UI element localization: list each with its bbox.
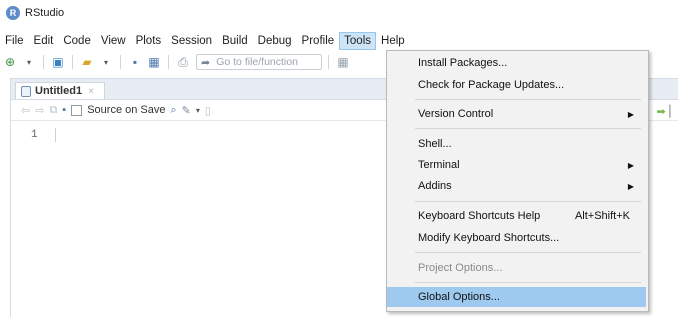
- magic-wand-icon[interactable]: ✎: [182, 104, 191, 117]
- window-title: RStudio: [25, 7, 65, 19]
- source-on-save-label: Source on Save: [87, 104, 166, 116]
- menu-help[interactable]: Help: [376, 32, 410, 50]
- wand-dropdown-icon[interactable]: ▾: [196, 106, 200, 115]
- menu-item-label: Install Packages...: [418, 57, 508, 69]
- toolbar-separator: [72, 55, 73, 69]
- toolbar-separator: [328, 55, 329, 69]
- menu-item-check-package-updates[interactable]: Check for Package Updates...: [387, 75, 646, 95]
- tab-label: Untitled1: [35, 85, 83, 97]
- menu-item-label: Check for Package Updates...: [418, 79, 565, 91]
- menu-file[interactable]: File: [0, 32, 29, 50]
- menu-separator: [415, 99, 641, 100]
- menu-item-label: Version Control: [418, 108, 494, 120]
- menu-code[interactable]: Code: [58, 32, 96, 50]
- menu-item-version-control[interactable]: Version Control ▶: [387, 104, 646, 124]
- text-cursor: [55, 128, 56, 142]
- open-file-dropdown-icon[interactable]: ▾: [98, 54, 114, 70]
- menu-item-label: Project Options...: [418, 262, 503, 274]
- menu-item-project-options: Project Options...: [387, 258, 646, 278]
- menu-separator: [415, 128, 641, 129]
- forward-icon[interactable]: ⇨: [35, 104, 44, 117]
- menu-item-install-packages[interactable]: Install Packages...: [387, 53, 646, 73]
- menu-tools[interactable]: Tools: [339, 32, 377, 50]
- menu-item-label: Terminal: [418, 159, 460, 171]
- go-to-file-input[interactable]: ➦ Go to file/function: [196, 54, 322, 70]
- go-to-arrow-icon: ➦: [201, 56, 211, 69]
- source-dropdown-icon[interactable]: ▏: [670, 105, 678, 118]
- grid-icon[interactable]: ▦: [335, 54, 351, 70]
- menu-separator: [415, 201, 641, 202]
- menu-edit[interactable]: Edit: [29, 32, 59, 50]
- submenu-arrow-icon: ▶: [627, 181, 634, 191]
- editor-run-controls: ➡ ▏: [656, 105, 678, 118]
- shortcut-label: Alt+Shift+K: [574, 210, 630, 222]
- tab-untitled1[interactable]: Untitled1 ×: [15, 82, 105, 99]
- line-number: 1: [31, 129, 38, 141]
- tools-menu-dropdown: Install Packages... Check for Package Up…: [386, 50, 649, 312]
- r-file-icon: [21, 85, 31, 97]
- show-in-window-icon[interactable]: ⧉: [49, 104, 57, 117]
- toolbar-separator: [168, 55, 169, 69]
- menu-separator: [415, 282, 641, 283]
- back-icon[interactable]: ⇦: [21, 104, 30, 117]
- go-to-placeholder: Go to file/function: [216, 56, 298, 68]
- title-bar: R RStudio: [0, 0, 678, 26]
- toolbar-separator: [43, 55, 44, 69]
- menu-item-label: Modify Keyboard Shortcuts...: [418, 232, 560, 244]
- menu-item-label: Global Options...: [418, 291, 500, 303]
- submenu-arrow-icon: ▶: [627, 109, 634, 119]
- close-tab-icon[interactable]: ×: [88, 86, 94, 97]
- new-file-dropdown-icon[interactable]: ▾: [21, 54, 37, 70]
- print-icon[interactable]: ⎙: [175, 54, 191, 70]
- menu-item-shell[interactable]: Shell...: [387, 134, 646, 154]
- menu-debug[interactable]: Debug: [253, 32, 297, 50]
- compile-report-icon[interactable]: ▯: [205, 104, 211, 117]
- run-icon[interactable]: ➡: [656, 105, 665, 118]
- menu-item-modify-keyboard-shortcuts[interactable]: Modify Keyboard Shortcuts...: [387, 228, 646, 248]
- toolbar-separator: [120, 55, 121, 69]
- menu-item-label: Shell...: [418, 138, 452, 150]
- search-icon[interactable]: ⌕: [170, 104, 176, 117]
- submenu-arrow-icon: ▶: [627, 160, 634, 170]
- rstudio-logo-icon: R: [6, 6, 20, 20]
- menu-bar: File Edit Code View Plots Session Build …: [0, 32, 410, 50]
- save-icon[interactable]: ▪: [62, 104, 66, 116]
- menu-item-keyboard-shortcuts-help[interactable]: Keyboard Shortcuts Help Alt+Shift+K: [387, 206, 646, 226]
- menu-item-addins[interactable]: Addins ▶: [387, 176, 646, 196]
- source-on-save-checkbox[interactable]: [71, 104, 83, 116]
- menu-session[interactable]: Session: [166, 32, 217, 50]
- menu-separator: [415, 252, 641, 253]
- open-file-icon[interactable]: ▰: [79, 54, 95, 70]
- save-icon[interactable]: ▪: [127, 54, 143, 70]
- menu-profile[interactable]: Profile: [297, 32, 340, 50]
- new-project-icon[interactable]: ▣: [50, 54, 66, 70]
- menu-view[interactable]: View: [96, 32, 131, 50]
- save-all-icon[interactable]: ▦: [146, 54, 162, 70]
- menu-item-global-options[interactable]: Global Options...: [387, 287, 646, 307]
- menu-item-terminal[interactable]: Terminal ▶: [387, 155, 646, 175]
- menu-item-label: Keyboard Shortcuts Help: [418, 210, 541, 222]
- menu-item-label: Addins: [418, 180, 452, 192]
- menu-plots[interactable]: Plots: [131, 32, 167, 50]
- menu-build[interactable]: Build: [217, 32, 253, 50]
- new-file-icon[interactable]: ⊕: [2, 54, 18, 70]
